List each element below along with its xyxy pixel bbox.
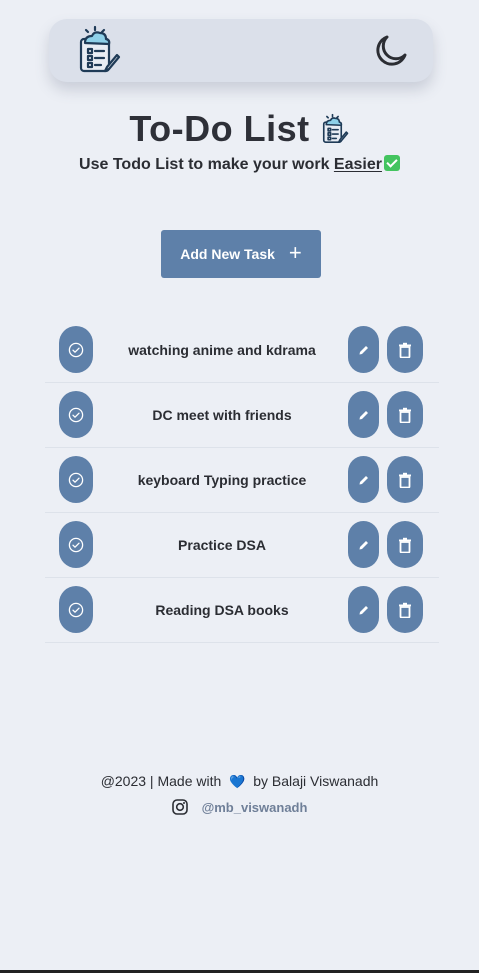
title-row: To-Do List bbox=[0, 104, 479, 154]
heart-icon: 💙 bbox=[229, 774, 246, 789]
plus-icon: + bbox=[288, 240, 302, 265]
trash-icon bbox=[399, 602, 411, 618]
edit-task-button[interactable] bbox=[348, 391, 379, 438]
subtitle-text: Use Todo List to make your work bbox=[79, 156, 334, 173]
task-list: watching anime and kdrama DC meet with fr… bbox=[45, 318, 439, 643]
navbar bbox=[49, 19, 433, 82]
clipboard-cloud-icon bbox=[322, 113, 348, 143]
pencil-icon bbox=[359, 540, 368, 549]
footer-author: by Balaji Viswanadh bbox=[253, 773, 379, 789]
complete-task-button[interactable] bbox=[59, 326, 93, 373]
add-new-task-button[interactable]: Add New Task + bbox=[161, 230, 321, 278]
task-row: keyboard Typing practice bbox=[45, 448, 439, 513]
delete-task-button[interactable] bbox=[387, 456, 423, 503]
task-row: watching anime and kdrama bbox=[45, 318, 439, 383]
pencil-icon bbox=[359, 475, 368, 484]
delete-task-button[interactable] bbox=[387, 586, 423, 633]
check-circle-icon bbox=[68, 472, 84, 487]
task-text: watching anime and kdrama bbox=[128, 342, 316, 358]
check-mark-button-emoji bbox=[383, 155, 400, 171]
social-links: @mb_viswanadh bbox=[0, 799, 479, 815]
footer-prefix: @2023 | Made with bbox=[100, 773, 222, 789]
complete-task-button[interactable] bbox=[59, 456, 93, 503]
moon-icon[interactable] bbox=[373, 33, 409, 69]
task-text: DC meet with friends bbox=[152, 407, 292, 423]
task-text: Reading DSA books bbox=[155, 602, 289, 618]
task-row: DC meet with friends bbox=[45, 383, 439, 448]
footer: @2023 | Made with 💙 by Balaji Viswanadh bbox=[0, 773, 479, 790]
instagram-icon[interactable] bbox=[171, 799, 188, 815]
check-circle-icon bbox=[68, 602, 84, 617]
instagram-handle-link[interactable]: @mb_viswanadh bbox=[202, 800, 308, 815]
edit-task-button[interactable] bbox=[348, 521, 379, 568]
delete-task-button[interactable] bbox=[387, 391, 423, 438]
delete-task-button[interactable] bbox=[387, 326, 423, 373]
check-circle-icon bbox=[68, 342, 84, 357]
pencil-icon bbox=[359, 605, 368, 614]
task-text: Practice DSA bbox=[178, 537, 266, 553]
task-row: Reading DSA books bbox=[45, 578, 439, 643]
check-circle-icon bbox=[68, 407, 84, 422]
page-title: To-Do List bbox=[129, 108, 310, 149]
easier-link[interactable]: Easier bbox=[334, 156, 382, 173]
trash-icon bbox=[399, 342, 411, 358]
trash-icon bbox=[399, 472, 411, 488]
edit-task-button[interactable] bbox=[348, 326, 379, 373]
trash-icon bbox=[399, 537, 411, 553]
delete-task-button[interactable] bbox=[387, 521, 423, 568]
trash-icon bbox=[399, 407, 411, 423]
complete-task-button[interactable] bbox=[59, 586, 93, 633]
complete-task-button[interactable] bbox=[59, 391, 93, 438]
edit-task-button[interactable] bbox=[348, 586, 379, 633]
complete-task-button[interactable] bbox=[59, 521, 93, 568]
task-row: Practice DSA bbox=[45, 513, 439, 578]
edit-task-button[interactable] bbox=[348, 456, 379, 503]
pencil-icon bbox=[359, 345, 368, 354]
check-circle-icon bbox=[68, 537, 84, 552]
add-new-task-label: Add New Task bbox=[180, 246, 275, 262]
task-text: keyboard Typing practice bbox=[137, 472, 307, 488]
pencil-icon bbox=[359, 410, 368, 419]
clipboard-cloud-icon bbox=[79, 25, 121, 73]
subtitle: Use Todo List to make your work Easier bbox=[0, 155, 479, 174]
